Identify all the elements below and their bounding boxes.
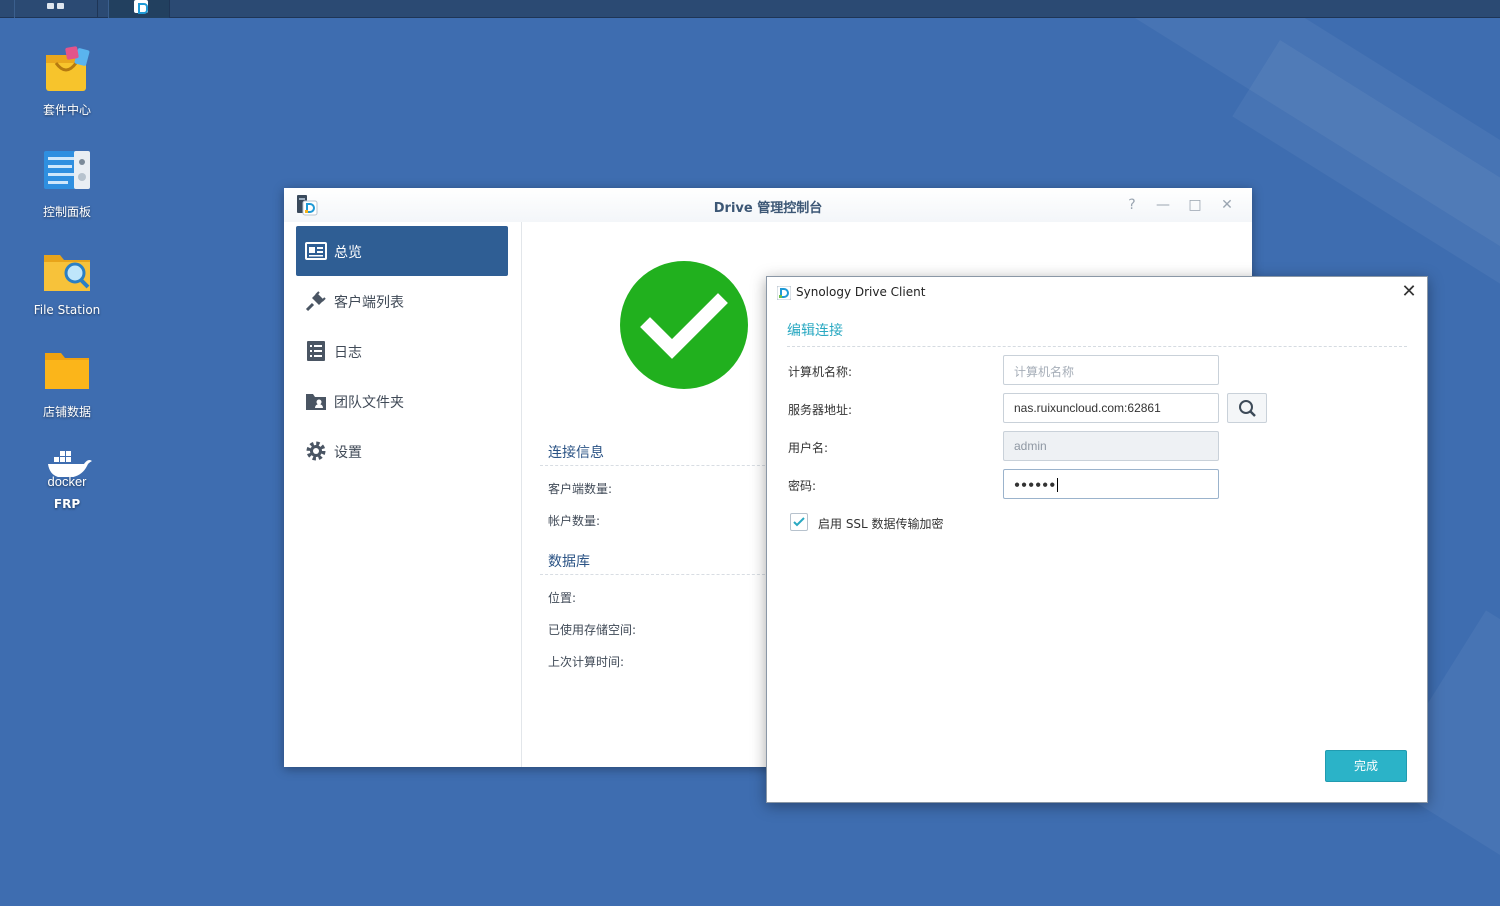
close-button[interactable]: ✕	[1218, 196, 1236, 214]
server-address-input[interactable]: nas.ruixuncloud.com:62861	[1003, 393, 1219, 423]
window-titlebar[interactable]: Drive 管理控制台 ? — □ ✕	[284, 188, 1252, 222]
sidebar-item-label: 日志	[334, 345, 362, 361]
sidebar-item-label: 客户端列表	[334, 295, 404, 311]
divider	[540, 574, 770, 575]
drive-client-dialog: Synology Drive Client ✕ 编辑连接 计算机名称: 计算机名…	[766, 276, 1428, 803]
drive-icon	[134, 0, 148, 14]
maximize-button[interactable]: □	[1186, 196, 1204, 214]
sidebar-item-log[interactable]: 日志	[296, 326, 508, 376]
used-storage-label: 已使用存储空间:	[548, 623, 637, 637]
plug-icon	[305, 290, 327, 312]
desktop-icon-file-station[interactable]: File Station	[17, 247, 117, 317]
computer-name-label: 计算机名称:	[788, 365, 853, 379]
password-dots: ●●●●●●	[1014, 479, 1057, 491]
password-input[interactable]: ●●●●●●	[1003, 469, 1219, 499]
divider	[787, 346, 1407, 347]
divider	[540, 465, 770, 466]
sidebar-item-label: 总览	[334, 245, 362, 261]
checkmark-icon	[793, 517, 805, 527]
account-count-label: 帐户数量:	[548, 514, 601, 528]
search-icon	[1239, 400, 1256, 417]
taskbar	[0, 0, 1500, 18]
desktop-icon-label: 控制面板	[42, 205, 91, 219]
ssl-checkbox[interactable]	[790, 513, 808, 531]
database-title: 数据库	[548, 554, 590, 570]
folder-icon	[42, 347, 92, 397]
client-count-label: 客户端数量:	[548, 482, 613, 496]
grid-icon	[47, 3, 54, 9]
sidebar-item-label: 团队文件夹	[334, 395, 404, 411]
desktop-icon-store-data[interactable]: 店铺数据	[17, 347, 117, 420]
dialog-heading: 编辑连接	[787, 323, 843, 339]
desktop-icon-frp[interactable]: docker FRP	[17, 447, 117, 511]
last-calc-time-label: 上次计算时间:	[548, 655, 625, 669]
list-document-icon	[305, 340, 327, 362]
window-title: Drive 管理控制台	[713, 201, 823, 216]
docker-icon: docker	[42, 447, 92, 491]
sidebar-item-overview[interactable]: 总览	[296, 226, 508, 276]
sidebar-item-team-folder[interactable]: 团队文件夹	[296, 376, 508, 426]
sidebar-item-client-list[interactable]: 客户端列表	[296, 276, 508, 326]
done-button[interactable]: 完成	[1325, 750, 1407, 782]
help-button[interactable]: ?	[1123, 196, 1141, 214]
status-ok-icon	[620, 261, 748, 389]
location-label: 位置:	[548, 591, 577, 605]
computer-name-input[interactable]: 计算机名称	[1003, 355, 1219, 385]
sidebar-item-label: 设置	[334, 445, 362, 461]
dialog-title: Synology Drive Client	[796, 285, 926, 299]
ssl-checkbox-label[interactable]: 启用 SSL 数据传输加密	[818, 515, 944, 532]
server-address-label: 服务器地址:	[788, 403, 853, 417]
desktop-icon-label: File Station	[33, 303, 101, 317]
shopping-bag-icon	[42, 45, 92, 95]
desktop-icon-label: FRP	[53, 497, 81, 511]
close-icon[interactable]: ✕	[1399, 281, 1419, 302]
desktop-icon-label: 套件中心	[42, 103, 91, 117]
text-cursor	[1057, 478, 1059, 492]
desktop-icon-label: 店铺数据	[42, 405, 91, 419]
main-menu-button[interactable]	[14, 0, 98, 18]
connection-info-title: 连接信息	[548, 445, 604, 461]
taskbar-drive-app[interactable]	[108, 0, 170, 18]
password-label: 密码:	[788, 479, 817, 493]
id-card-icon	[305, 240, 327, 262]
sidebar-item-settings[interactable]: 设置	[296, 426, 508, 476]
drive-client-icon	[776, 285, 792, 301]
desktop-icon-control-panel[interactable]: 控制面板	[17, 147, 117, 220]
desktop-icon-package-center[interactable]: 套件中心	[17, 45, 117, 118]
gear-icon	[305, 440, 327, 462]
minimize-button[interactable]: —	[1154, 196, 1172, 214]
username-input[interactable]: admin	[1003, 431, 1219, 461]
grid-icon	[57, 3, 64, 9]
control-panel-icon	[42, 147, 92, 197]
docker-logo-text: docker	[47, 474, 87, 489]
folder-search-icon	[42, 247, 92, 297]
sidebar: 总览 客户端列表 日志 团队文件夹 设置	[284, 222, 522, 767]
team-folder-icon	[305, 390, 327, 412]
search-server-button[interactable]	[1227, 393, 1267, 423]
username-label: 用户名:	[788, 441, 829, 455]
